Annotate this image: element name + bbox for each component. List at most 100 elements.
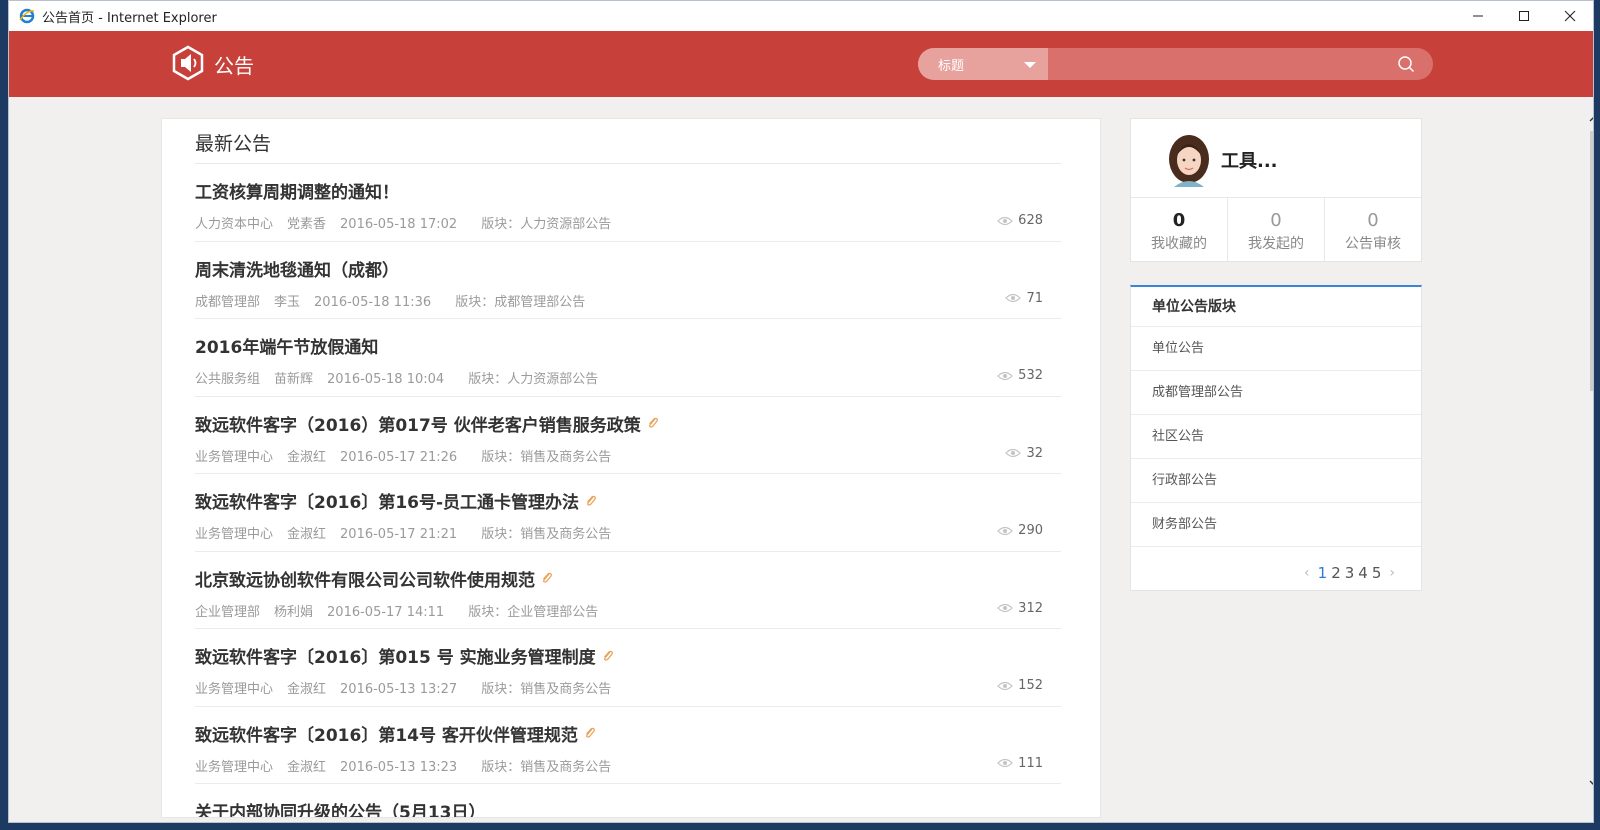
stat-favorites[interactable]: 0 我收藏的 — [1131, 198, 1228, 261]
page-3[interactable]: 3 — [1345, 564, 1355, 582]
search-input[interactable] — [1048, 48, 1388, 80]
stat-count: 0 — [1270, 210, 1282, 231]
department-label: 业务管理中心 — [195, 449, 274, 465]
user-stats: 0 我收藏的 0 我发起的 0 公告审核 — [1131, 197, 1421, 261]
author-label: 金淑红 — [287, 527, 327, 542]
department-label: 企业管理部 — [195, 604, 261, 620]
scroll-thumb[interactable] — [1590, 131, 1593, 391]
internet-explorer-icon — [18, 7, 36, 25]
search-bar: 标题 — [918, 48, 1433, 80]
scroll-up-icon[interactable] — [1586, 111, 1593, 125]
prev-page-icon[interactable]: ‹ — [1304, 565, 1310, 581]
board-label[interactable]: 版块：企业管理部公告 — [468, 605, 598, 620]
timestamp: 2016-05-13 13:27 — [340, 682, 458, 697]
page-1[interactable]: 1 — [1318, 564, 1328, 582]
timestamp: 2016-05-18 17:02 — [340, 217, 458, 232]
view-count-number: 628 — [1018, 213, 1043, 228]
announcement-item[interactable]: 关于内部协同升级的公告（5月13日） — [195, 784, 1061, 818]
title-bar: 公告首页 - Internet Explorer — [9, 1, 1593, 31]
announcement-title-text: 北京致远协创软件有限公司公司软件使用规范 — [195, 570, 535, 591]
announcement-title[interactable]: 致远软件客字〔2016〕第015 号 实施业务管理制度 — [195, 643, 615, 668]
department-label: 公共服务组 — [195, 372, 261, 387]
scroll-down-icon[interactable] — [1586, 777, 1593, 791]
attachment-icon — [648, 417, 658, 428]
user-profile-card: 工具... 0 我收藏的 0 我发起的 0 公告审核 — [1130, 118, 1422, 262]
eye-icon — [997, 371, 1014, 380]
announcement-item[interactable]: 致远软件客字〔2016〕第16号-员工通卡管理办法业务管理中心 金淑红 2016-0… — [195, 474, 1061, 552]
announcement-meta: 业务管理中心 金淑红 2016-05-17 21:21 版块：销售及商务公告 — [195, 523, 625, 542]
view-count: 290 — [997, 523, 1043, 538]
attachment-icon — [585, 727, 595, 738]
stat-label: 我收藏的 — [1151, 236, 1207, 252]
latest-announcements-panel: 最新公告 工资核算周期调整的通知！ 人力资本中心 党素香 2016-05-18 17:… — [161, 118, 1101, 818]
author-label: 金淑红 — [287, 759, 327, 775]
stat-review[interactable]: 0 公告审核 — [1325, 198, 1421, 261]
view-count-number: 152 — [1018, 678, 1043, 693]
eye-icon — [1005, 448, 1022, 458]
board-label[interactable]: 版块：销售及商务公告 — [481, 760, 611, 775]
unit-boards-panel: 单位公告版块 单位公告 成都管理部公告 社区公告 行政部公告 财务部公告 ‹ 1… — [1130, 285, 1422, 591]
board-item[interactable]: 财务部公告 — [1131, 503, 1421, 547]
board-label[interactable]: 版块：成都管理部公告 — [455, 295, 585, 310]
board-item[interactable]: 行政部公告 — [1131, 459, 1421, 503]
announcement-title[interactable]: 关于内部协同升级的公告（5月13日） — [195, 798, 486, 818]
stat-initiated[interactable]: 0 我发起的 — [1228, 198, 1325, 261]
page-4[interactable]: 4 — [1358, 564, 1368, 582]
board-item[interactable]: 成都管理部公告 — [1131, 371, 1421, 415]
search-icon[interactable] — [1397, 55, 1415, 73]
board-label[interactable]: 版块：人力资源部公告 — [481, 217, 611, 232]
announcement-title[interactable]: 北京致远协创软件有限公司公司软件使用规范 — [195, 566, 554, 591]
announcement-title-text: 致远软件客字（2016）第017号 伙伴老客户销售服务政策 — [195, 415, 641, 436]
window-title: 公告首页 - Internet Explorer — [42, 10, 217, 26]
view-count: 152 — [997, 678, 1043, 693]
next-page-icon[interactable]: › — [1389, 565, 1395, 581]
department-label: 人力资本中心 — [195, 217, 274, 232]
announcement-item[interactable]: 北京致远协创软件有限公司公司软件使用规范 企业管理部 杨利娟 2016-05-17 1… — [195, 552, 1061, 629]
page-2[interactable]: 2 — [1331, 564, 1341, 582]
board-label[interactable]: 版块：销售及商务公告 — [481, 682, 611, 697]
vertical-scrollbar[interactable] — [1586, 97, 1593, 822]
department-label: 业务管理中心 — [195, 527, 274, 542]
avatar[interactable] — [1164, 133, 1214, 187]
eye-icon — [997, 681, 1014, 690]
board-label[interactable]: 版块：销售及商务公告 — [481, 527, 611, 542]
announcement-item[interactable]: 致远软件客字〔2016〕第14号 客开伙伴管理规范 业务管理中心 金淑红 2016-0… — [195, 707, 1061, 784]
announcement-title[interactable]: 致远软件客字（2016）第017号 伙伴老客户销售服务政策 — [195, 411, 660, 436]
close-button[interactable] — [1547, 1, 1593, 31]
announcement-title[interactable]: 致远软件客字〔2016〕第14号 客开伙伴管理规范 — [195, 721, 597, 746]
announcement-title[interactable]: 工资核算周期调整的通知！ — [195, 178, 399, 203]
announcement-item[interactable]: 2016年端午节放假通知 公共服务组 苗新辉 2016-05-18 10:04 版块：人… — [195, 319, 1061, 397]
timestamp: 2016-05-17 21:21 — [340, 527, 458, 542]
search-field-select[interactable]: 标题 — [918, 48, 1048, 80]
announcement-item[interactable]: 工资核算周期调整的通知！ 人力资本中心 党素香 2016-05-18 17:02 版块：… — [195, 164, 1061, 242]
maximize-button[interactable] — [1501, 1, 1547, 31]
search-field-label: 标题 — [938, 58, 965, 74]
announcement-title-text: 关于内部协同升级的公告（5月13日） — [195, 803, 486, 818]
stat-count: 0 — [1367, 210, 1379, 231]
view-count-number: 32 — [1026, 445, 1043, 461]
timestamp: 2016-05-17 21:26 — [340, 449, 458, 465]
department-label: 成都管理部 — [195, 294, 261, 310]
author-label: 金淑红 — [287, 449, 327, 465]
attachment-icon — [587, 495, 597, 506]
board-item[interactable]: 社区公告 — [1131, 415, 1421, 459]
board-label[interactable]: 版块：销售及商务公告 — [481, 450, 611, 465]
announcement-meta: 人力资本中心 党素香 2016-05-18 17:02 版块：人力资源部公告 — [195, 213, 625, 232]
close-icon — [1564, 10, 1576, 22]
minimize-button[interactable] — [1455, 1, 1501, 31]
announcement-item[interactable]: 致远软件客字（2016）第017号 伙伴老客户销售服务政策业务管理中心 金淑红 20… — [195, 397, 1061, 474]
view-count: 312 — [997, 601, 1043, 616]
view-count: 32 — [1005, 446, 1043, 461]
view-count-number: 111 — [1018, 755, 1043, 771]
announcement-title[interactable]: 2016年端午节放假通知 — [195, 333, 378, 358]
announcement-item[interactable]: 致远软件客字〔2016〕第015 号 实施业务管理制度 业务管理中心 金淑红 2016… — [195, 629, 1061, 707]
minimize-icon — [1473, 15, 1483, 17]
board-item[interactable]: 单位公告 — [1131, 327, 1421, 371]
announcement-item[interactable]: 周末清洗地毯通知（成都） 成都管理部 李玉 2016-05-18 11:36 版块：成都… — [195, 242, 1061, 319]
eye-icon — [997, 758, 1014, 768]
board-label[interactable]: 版块：人力资源部公告 — [468, 372, 598, 387]
announcement-title[interactable]: 周末清洗地毯通知（成都） — [195, 256, 399, 281]
announcement-title[interactable]: 致远软件客字〔2016〕第16号-员工通卡管理办法 — [195, 488, 598, 513]
page-5[interactable]: 5 — [1372, 564, 1382, 582]
caret-down-icon — [1024, 62, 1036, 68]
